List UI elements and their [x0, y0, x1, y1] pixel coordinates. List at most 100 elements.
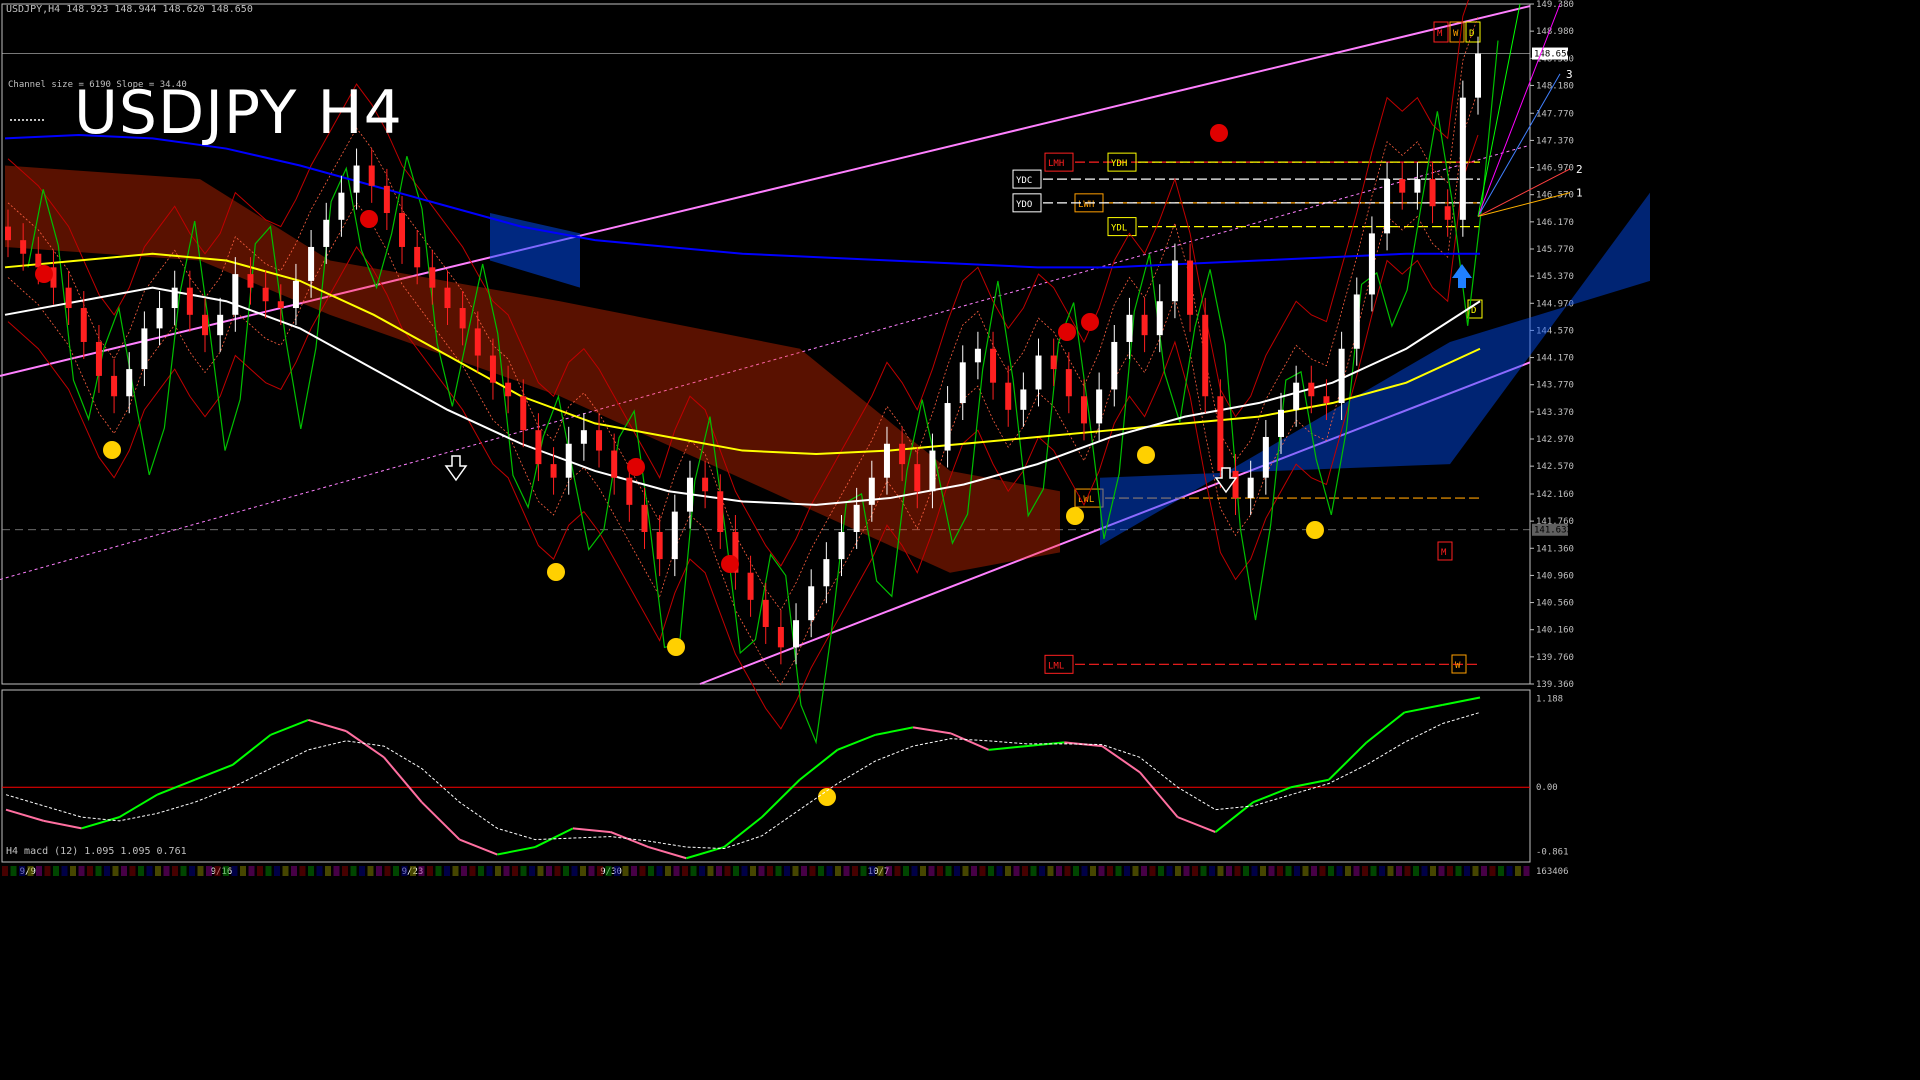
candle-body	[1096, 389, 1103, 424]
ribbon-cell	[1515, 866, 1521, 876]
ribbon-cell	[1523, 866, 1530, 876]
macd-line-segment	[799, 749, 839, 781]
ribbon-cell	[1455, 866, 1462, 876]
ribbon-cell	[1175, 866, 1181, 876]
candle-body	[247, 274, 254, 288]
fan-label: 1	[1576, 187, 1583, 200]
ribbon-cell	[571, 866, 578, 876]
ribbon-cell	[877, 866, 884, 876]
ribbon-cell	[1464, 866, 1470, 876]
ribbon-cell	[478, 866, 484, 876]
ribbon-cell	[1226, 866, 1232, 876]
ribbon-cell	[189, 866, 195, 876]
candle-body	[959, 362, 966, 404]
date-label: 9/16	[211, 867, 233, 877]
candle-body	[868, 477, 875, 505]
ribbon-cell	[937, 866, 943, 876]
ribbon-cell	[945, 866, 952, 876]
fan-label: 3	[1566, 68, 1573, 81]
macd-line-segment	[875, 726, 914, 736]
ribbon-cell	[1268, 866, 1275, 876]
candle-body	[762, 599, 769, 627]
fan-label: 2	[1576, 163, 1583, 176]
ribbon-cell	[1370, 866, 1377, 876]
candle-body	[5, 226, 11, 241]
ribbon-cell	[10, 866, 17, 876]
candle-body	[1384, 179, 1391, 234]
macd-line-segment	[345, 730, 385, 759]
ribbon-cell	[2, 866, 8, 876]
resistance-marker	[721, 555, 739, 573]
candle-body	[80, 308, 87, 342]
ribbon-cell	[1447, 866, 1453, 876]
ribbon-cell	[163, 866, 170, 876]
level-tag-ydh: YDH	[1111, 159, 1127, 169]
candle-body	[126, 369, 133, 397]
ribbon-cell	[631, 866, 637, 876]
candle-body	[141, 328, 148, 370]
support-marker	[667, 638, 685, 656]
ribbon-cell	[860, 866, 867, 876]
ribbon-cell	[1056, 866, 1062, 876]
ribbon-cell	[1090, 866, 1096, 876]
ribbon-cell	[1047, 866, 1054, 876]
candle-body	[156, 308, 163, 329]
ribbon-cell	[435, 866, 442, 876]
ribbon-cell	[707, 866, 714, 876]
ribbon-cell	[418, 866, 425, 876]
mwd-tag-label: M	[1437, 29, 1443, 39]
price-tick-label: 146.570	[1536, 191, 1574, 201]
macd-signal-line	[5, 711, 1481, 850]
candle-body	[717, 491, 724, 532]
candle-body	[1202, 314, 1209, 397]
candle-body	[929, 450, 936, 492]
macd-line-segment	[572, 827, 611, 834]
ribbon-cell	[1421, 866, 1428, 876]
candle-body	[1020, 389, 1027, 410]
ribbon-cell	[1430, 866, 1436, 876]
ribbon-cell	[138, 866, 144, 876]
macd-tick-label: -0.861	[1536, 848, 1569, 858]
ribbon-cell	[121, 866, 127, 876]
candle-body	[1126, 314, 1133, 342]
ribbon-cell	[325, 866, 331, 876]
ribbon-cell	[614, 866, 620, 876]
ribbon-cell	[214, 866, 221, 876]
candle-body	[1050, 355, 1057, 370]
candle-body	[944, 403, 951, 451]
macd-line-segment	[1290, 778, 1330, 789]
ribbon-cell	[784, 866, 790, 876]
ribbon-cell	[733, 866, 739, 876]
candle-body	[1141, 314, 1148, 336]
ribbon-cell	[656, 866, 663, 876]
ribbon-cell	[95, 866, 102, 876]
ribbon-cell	[19, 866, 25, 876]
ribbon-cell	[299, 866, 306, 876]
ribbon-cell	[911, 866, 918, 876]
macd-tick-label: 0.00	[1536, 783, 1558, 793]
chart-canvas: 149.380148.980148.580148.180147.770147.3…	[0, 0, 1650, 877]
ribbon-cell	[1073, 866, 1079, 876]
ribbon-cell	[401, 866, 408, 876]
support-marker	[103, 441, 121, 459]
ribbon-cell	[27, 866, 34, 876]
ribbon-cell	[639, 866, 646, 876]
price-tick-label: 142.160	[1536, 490, 1574, 500]
ribbon-cell	[87, 866, 93, 876]
macd-line-segment	[1404, 703, 1443, 714]
price-tick-label: 142.570	[1536, 462, 1574, 472]
candle-body	[1399, 179, 1406, 193]
candle-body	[232, 274, 239, 315]
ichimoku-cloud-blue-1	[490, 213, 580, 288]
ribbon-cell	[1183, 866, 1190, 876]
price-tick-label: 143.770	[1536, 381, 1574, 391]
ribbon-cell	[146, 866, 153, 876]
macd-line-segment	[232, 734, 272, 766]
ribbon-cell	[648, 866, 654, 876]
ribbon-cell	[1149, 866, 1156, 876]
ribbon-cell	[452, 866, 459, 876]
candle-body	[186, 287, 193, 315]
fan-line	[1477, 192, 1571, 217]
ribbon-cell	[1234, 866, 1241, 876]
level-price-label: 141.633	[1534, 526, 1572, 536]
